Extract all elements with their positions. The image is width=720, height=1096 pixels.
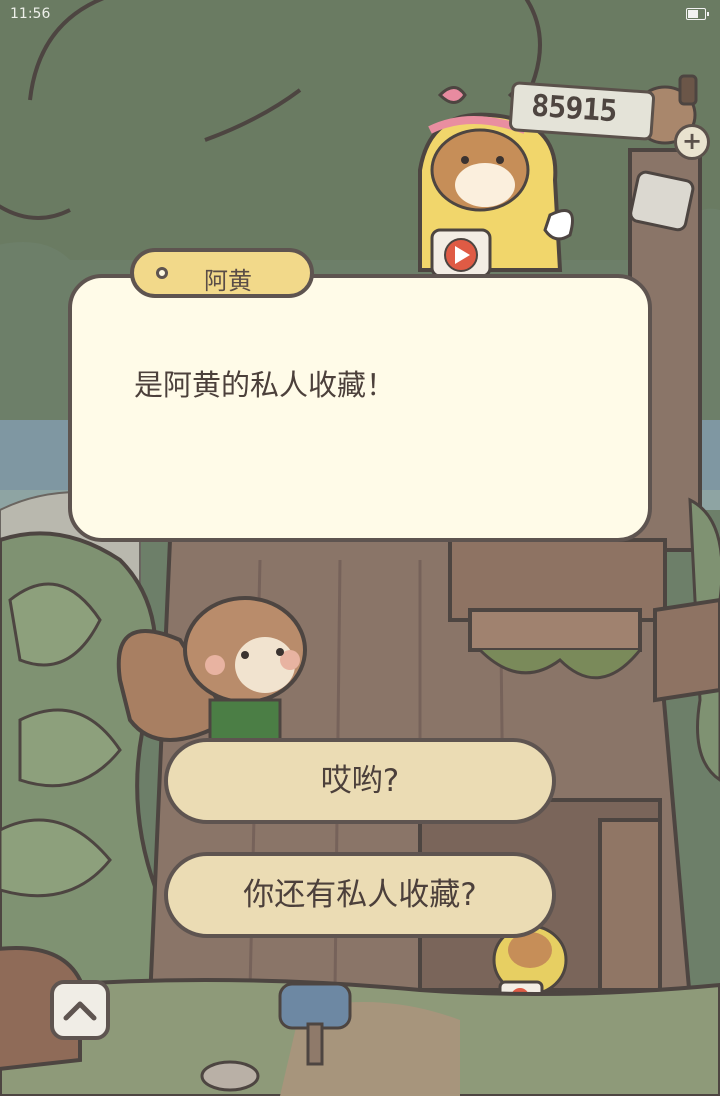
choice-button-2[interactable]: 你还有私人收藏? xyxy=(164,852,556,938)
chevron-up-icon xyxy=(63,1001,97,1021)
coin-amount: 85915 xyxy=(530,88,618,130)
speaker-name-tag: 阿黄 xyxy=(130,248,314,298)
choice-button-1[interactable]: 哎哟? xyxy=(164,738,556,824)
tool-icon xyxy=(629,170,695,232)
dialog-box[interactable]: 是阿黄的私人收藏！ xyxy=(68,274,652,542)
battery-icon xyxy=(686,8,709,20)
status-time: 11:56 xyxy=(10,6,51,22)
status-bar: 11:56 xyxy=(0,0,720,28)
tag-dot-icon xyxy=(156,267,168,279)
plus-icon[interactable]: + xyxy=(674,124,710,160)
speaker-name: 阿黄 xyxy=(204,267,252,295)
coin-counter: 85915 xyxy=(508,81,656,141)
collapse-button[interactable] xyxy=(50,980,110,1040)
dialog-text: 是阿黄的私人收藏！ xyxy=(134,368,396,402)
